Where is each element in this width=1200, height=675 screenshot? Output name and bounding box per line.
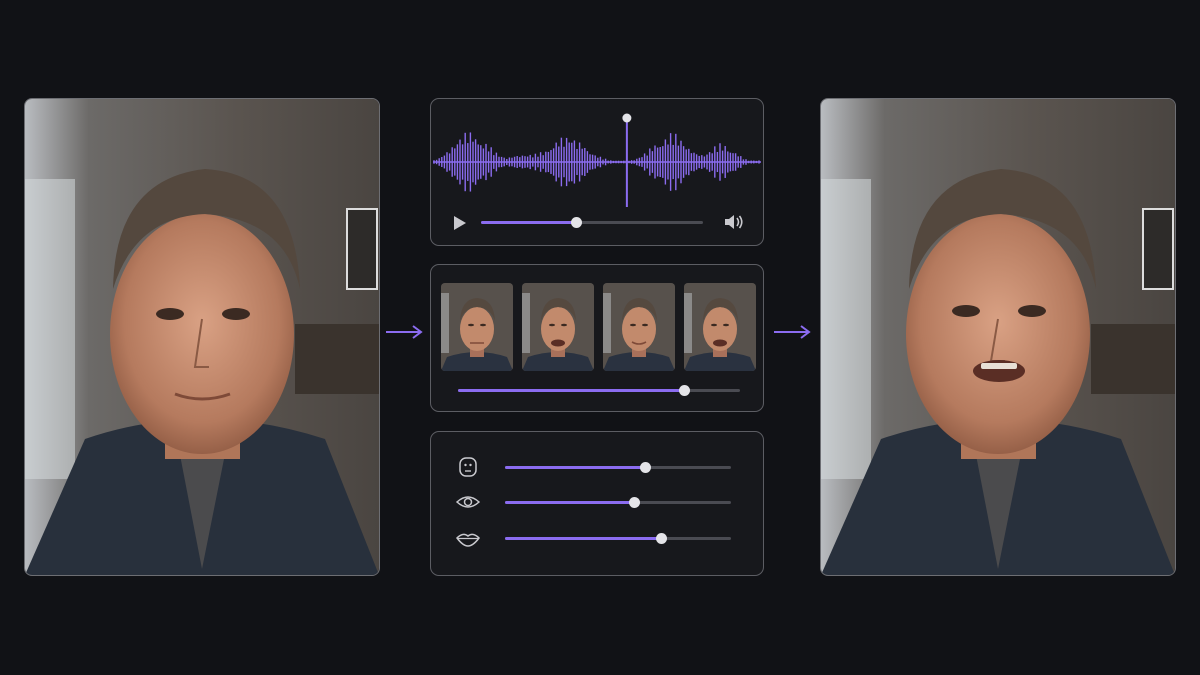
eye-slider[interactable] [505,497,731,508]
frame-thumbnail[interactable] [603,283,675,371]
frame-thumbnail[interactable] [522,283,594,371]
eye-slider-knob[interactable] [628,497,640,508]
audio-waveform[interactable] [431,107,763,217]
expression-controls-panel [430,431,764,576]
output-portrait-image [821,99,1175,575]
face-icon [459,457,477,477]
frames-panel [430,264,764,412]
arrow-right-icon [774,325,811,339]
frame-thumbnail-image [522,283,594,371]
frames-timeline-slider[interactable] [431,385,763,413]
frame-thumbnail-image [684,283,756,371]
lips-icon [456,533,480,547]
frame-thumbnail[interactable] [441,283,513,371]
output-video-frame [820,98,1176,576]
source-portrait-image [25,99,379,575]
source-video-frame [24,98,380,576]
frame-thumbnail-image [441,283,513,371]
volume-button[interactable] [723,213,745,231]
frames-timeline-knob[interactable] [678,385,690,396]
audio-panel [430,98,764,246]
face-slider[interactable] [505,462,731,473]
lips-slider-knob[interactable] [655,533,667,544]
frame-thumbnail-image [603,283,675,371]
face-slider-knob[interactable] [640,462,652,473]
lips-slider[interactable] [505,533,731,544]
frame-thumbnail[interactable] [684,283,756,371]
audio-progress-knob[interactable] [571,217,583,228]
lips-control-row [431,527,763,551]
audio-progress-slider[interactable] [431,217,763,245]
volume-icon [725,215,743,229]
arrow-right-icon [386,325,423,339]
face-control-row [431,456,763,480]
playhead-handle[interactable] [622,113,632,123]
eye-control-row [431,491,763,515]
eye-icon [455,496,481,508]
